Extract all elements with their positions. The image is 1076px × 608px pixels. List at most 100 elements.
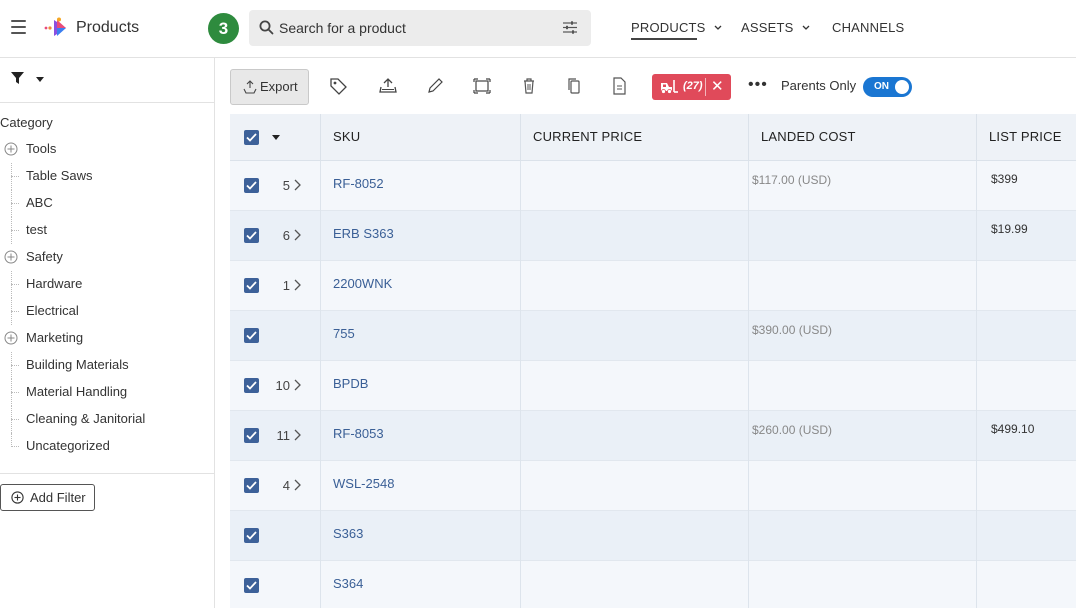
sku-link[interactable]: S363	[333, 526, 363, 541]
add-filter-label: Add Filter	[30, 490, 86, 505]
category-item[interactable]: Cleaning & Janitorial	[0, 406, 214, 433]
hamburger-icon[interactable]	[11, 20, 26, 34]
list-price-cell	[977, 461, 1076, 511]
trash-icon[interactable]	[519, 77, 539, 95]
child-count: 5	[282, 178, 290, 193]
export-button[interactable]: Export	[230, 69, 309, 105]
table-row[interactable]: 1 2200WNK	[230, 261, 1076, 311]
category-label: Tools	[26, 141, 57, 156]
upload-icon[interactable]	[378, 77, 398, 95]
column-header-label: SKU	[333, 129, 361, 144]
row-checkbox[interactable]	[244, 378, 259, 393]
chevron-right-icon[interactable]	[294, 279, 301, 291]
more-options-icon[interactable]: •••	[748, 76, 768, 94]
column-header-list-price[interactable]: LIST PRICE	[977, 114, 1076, 161]
sku-link[interactable]: RF-8053	[333, 426, 384, 441]
table-row[interactable]: S364	[230, 561, 1076, 608]
column-header-current-price[interactable]: CURRENT PRICE	[521, 114, 749, 161]
sku-link[interactable]: BPDB	[333, 376, 368, 391]
filter-toggle[interactable]	[0, 58, 214, 103]
add-filter-button[interactable]: Add Filter	[0, 484, 95, 511]
caret-down-icon[interactable]	[272, 135, 280, 140]
expand-plus-icon[interactable]	[4, 250, 18, 264]
table-row[interactable]: 6 ERB S363 $19.99	[230, 211, 1076, 261]
current-price-cell	[521, 311, 749, 361]
table-row[interactable]: 4 WSL-2548	[230, 461, 1076, 511]
category-item[interactable]: Uncategorized	[0, 433, 214, 460]
category-item[interactable]: test	[0, 217, 214, 244]
category-item[interactable]: Table Saws	[0, 163, 214, 190]
crop-icon[interactable]	[472, 77, 492, 95]
category-item[interactable]: Building Materials	[0, 352, 214, 379]
table-row[interactable]: 10 BPDB	[230, 361, 1076, 411]
expand-plus-icon[interactable]	[4, 331, 18, 345]
landed-cost-cell	[749, 511, 977, 561]
row-checkbox[interactable]	[244, 478, 259, 493]
sku-link[interactable]: 755	[333, 326, 355, 341]
chevron-right-icon[interactable]	[294, 229, 301, 241]
toolbar: Export (27) ✕ ••• Parents Only ON	[215, 58, 1076, 114]
table-row[interactable]: 755 $390.00 (USD)	[230, 311, 1076, 361]
document-icon[interactable]	[609, 77, 629, 95]
row-checkbox[interactable]	[244, 578, 259, 593]
sku-link[interactable]: S364	[333, 576, 363, 591]
tag-icon[interactable]	[329, 77, 349, 95]
column-header-landed-cost[interactable]: LANDED COST	[749, 114, 977, 161]
funnel-icon	[11, 72, 24, 84]
category-item[interactable]: Safety	[0, 244, 214, 271]
chevron-right-icon[interactable]	[294, 379, 301, 391]
table-row[interactable]: S363	[230, 511, 1076, 561]
tune-icon[interactable]	[563, 21, 577, 34]
copy-icon[interactable]	[564, 77, 584, 95]
category-item[interactable]: Hardware	[0, 271, 214, 298]
nav-assets[interactable]: ASSETS	[741, 20, 810, 35]
sku-cell: RF-8052	[321, 161, 521, 211]
sku-cell: 2200WNK	[321, 261, 521, 311]
close-icon[interactable]: ✕	[711, 77, 724, 95]
list-price-cell	[977, 511, 1076, 561]
row-checkbox[interactable]	[244, 528, 259, 543]
landed-cost-value: $390.00 (USD)	[752, 323, 833, 337]
category-item[interactable]: Marketing	[0, 325, 214, 352]
category-item[interactable]: Tools	[0, 136, 214, 163]
forklift-filter-chip[interactable]: (27) ✕	[652, 74, 731, 100]
row-checkbox[interactable]	[244, 328, 259, 343]
row-checkbox[interactable]	[244, 278, 259, 293]
category-label: Uncategorized	[26, 438, 110, 453]
nav-channels[interactable]: CHANNELS	[832, 20, 904, 35]
category-label: Electrical	[26, 303, 79, 318]
row-checkbox[interactable]	[244, 178, 259, 193]
table-row[interactable]: 5 RF-8052 $117.00 (USD) $399	[230, 161, 1076, 211]
column-header-label: LANDED COST	[761, 129, 856, 144]
brand-logo[interactable]	[44, 17, 70, 39]
tree-connector	[11, 203, 19, 204]
select-cell: 10	[230, 361, 321, 411]
row-checkbox[interactable]	[244, 428, 259, 443]
landed-cost-cell	[749, 461, 977, 511]
nav-products[interactable]: PRODUCTS	[631, 20, 722, 40]
sku-link[interactable]: 2200WNK	[333, 276, 392, 291]
category-item[interactable]: Material Handling	[0, 379, 214, 406]
sku-link[interactable]: RF-8052	[333, 176, 384, 191]
row-checkbox[interactable]	[244, 228, 259, 243]
sku-link[interactable]: ERB S363	[333, 226, 394, 241]
landed-cost-value: $260.00 (USD)	[752, 423, 833, 437]
column-header-sku[interactable]: SKU	[321, 114, 521, 161]
parents-only-toggle[interactable]: ON	[863, 77, 912, 97]
category-item[interactable]: ABC	[0, 190, 214, 217]
search-icon	[259, 20, 274, 35]
sku-cell: S364	[321, 561, 521, 608]
chevron-right-icon[interactable]	[294, 429, 301, 441]
category-label: Table Saws	[26, 168, 93, 183]
sku-cell: S363	[321, 511, 521, 561]
category-item[interactable]: Electrical	[0, 298, 214, 325]
select-cell: 6	[230, 211, 321, 261]
sku-link[interactable]: WSL-2548	[333, 476, 394, 491]
chevron-right-icon[interactable]	[294, 479, 301, 491]
table-row[interactable]: 11 RF-8053 $260.00 (USD) $499.10	[230, 411, 1076, 461]
select-all-checkbox[interactable]	[244, 130, 259, 145]
chevron-right-icon[interactable]	[294, 179, 301, 191]
search-input[interactable]	[279, 18, 549, 38]
edit-icon[interactable]	[425, 77, 445, 95]
expand-plus-icon[interactable]	[4, 142, 18, 156]
